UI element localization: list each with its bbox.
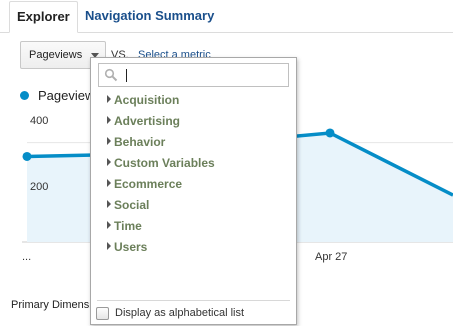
category-label: Custom Variables — [114, 156, 215, 170]
expand-arrow-icon — [107, 116, 111, 124]
text-cursor — [126, 69, 127, 82]
category-behavior[interactable]: Behavior — [91, 133, 296, 154]
alphabetical-toggle[interactable]: Display as alphabetical list — [96, 306, 291, 322]
data-point — [325, 128, 335, 138]
legend-dot-icon — [20, 91, 29, 100]
y-tick-label: 200 — [30, 181, 49, 193]
expand-arrow-icon — [107, 179, 111, 187]
tab-navigation-summary[interactable]: Navigation Summary — [78, 1, 221, 33]
category-label: Ecommerce — [114, 177, 183, 191]
x-tick-label: ... — [22, 251, 32, 263]
divider — [97, 300, 290, 301]
category-label: Advertising — [114, 114, 181, 128]
alphabetical-checkbox[interactable] — [96, 307, 109, 320]
category-users[interactable]: Users — [91, 238, 296, 259]
primary-dimension-label: Primary Dimensi — [11, 299, 92, 311]
metric-category-list: Acquisition Advertising Behavior Custom … — [91, 91, 296, 259]
y-tick-label: 400 — [30, 115, 49, 127]
category-label: Social — [114, 198, 150, 212]
tab-bar: Explorer Navigation Summary — [0, 0, 453, 33]
category-ecommerce[interactable]: Ecommerce — [91, 175, 296, 196]
category-label: Acquisition — [114, 93, 180, 107]
category-custom-variables[interactable]: Custom Variables — [91, 154, 296, 175]
expand-arrow-icon — [107, 242, 111, 250]
category-social[interactable]: Social — [91, 196, 296, 217]
data-point — [22, 151, 32, 161]
metric-selector-label: Pageviews — [29, 49, 83, 61]
expand-arrow-icon — [107, 158, 111, 166]
alphabetical-checkbox-label: Display as alphabetical list — [115, 307, 245, 319]
metric-search-input[interactable] — [123, 66, 283, 84]
analytics-explorer: Explorer Navigation Summary Pageviews VS… — [0, 0, 453, 326]
expand-arrow-icon — [107, 200, 111, 208]
expand-arrow-icon — [107, 221, 111, 229]
tab-explorer[interactable]: Explorer — [9, 1, 78, 33]
metric-search-box[interactable] — [98, 63, 289, 87]
category-label: Users — [114, 240, 148, 254]
expand-arrow-icon — [107, 137, 111, 145]
category-advertising[interactable]: Advertising — [91, 112, 296, 133]
search-icon — [104, 68, 118, 82]
category-acquisition[interactable]: Acquisition — [91, 91, 296, 112]
category-time[interactable]: Time — [91, 217, 296, 238]
x-tick-label: Apr 27 — [315, 251, 348, 263]
metric-dropdown: Acquisition Advertising Behavior Custom … — [90, 57, 297, 325]
expand-arrow-icon — [107, 95, 111, 103]
category-label: Time — [114, 219, 142, 233]
category-label: Behavior — [114, 135, 166, 149]
